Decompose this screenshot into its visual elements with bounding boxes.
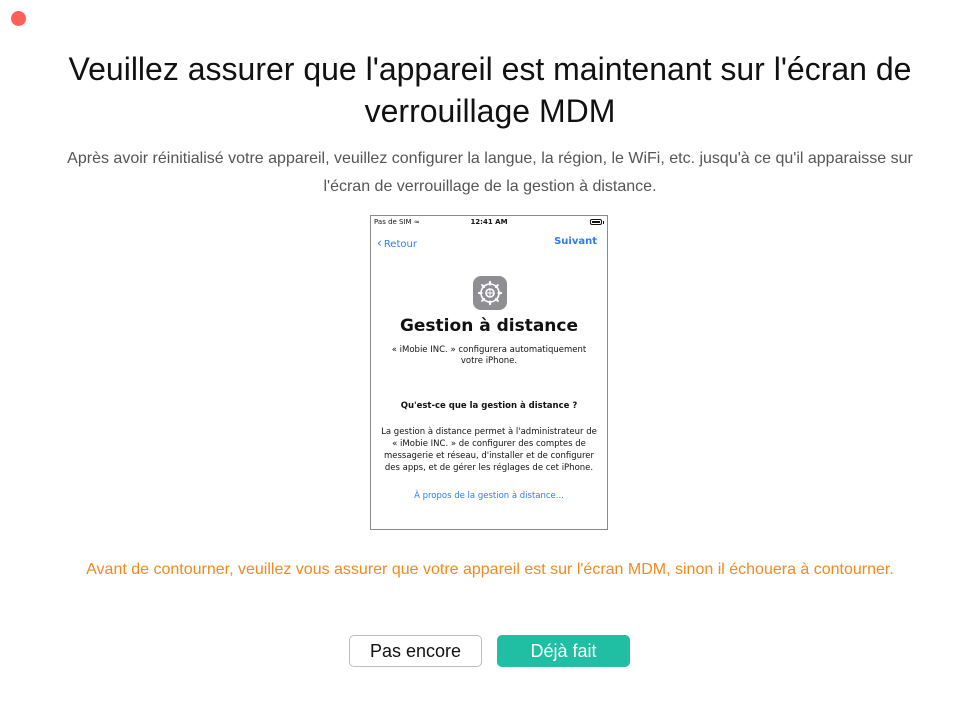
phone-screenshot: Pas de SIM ≈ 12:41 AM ‹ Retour Suivant G…	[370, 215, 608, 530]
page-title: Veuillez assurer que l'appareil est main…	[68, 51, 912, 129]
close-window-button[interactable]	[11, 11, 26, 26]
already-done-button[interactable]: Déjà fait	[497, 635, 630, 667]
phone-back-button: ‹ Retour	[377, 236, 417, 250]
status-time: 12:41 AM	[470, 218, 508, 226]
phone-question-heading: Qu'est-ce que la gestion à distance ?	[400, 401, 578, 411]
phone-next-button: Suivant	[554, 236, 597, 247]
instructions-text: Après avoir réinitialisé votre appareil,…	[67, 150, 913, 195]
chevron-left-icon: ‹	[377, 236, 382, 250]
phone-about-link: À propos de la gestion à distance...	[414, 491, 564, 501]
phone-screen-title: Gestion à distance	[399, 316, 579, 336]
phone-nav-bar: ‹ Retour Suivant	[371, 230, 607, 252]
phone-status-bar: Pas de SIM ≈ 12:41 AM	[371, 216, 607, 230]
settings-gear-icon	[473, 276, 507, 310]
phone-body-text: La gestion à distance permet à l'adminis…	[381, 427, 597, 473]
phone-back-label: Retour	[383, 239, 417, 250]
warning-text: Avant de contourner, veuillez vous assur…	[86, 561, 894, 578]
not-yet-button[interactable]: Pas encore	[349, 635, 482, 667]
battery-icon	[590, 219, 604, 225]
phone-screen-subtitle: « iMobie INC. » configurera automatiquem…	[391, 345, 587, 366]
